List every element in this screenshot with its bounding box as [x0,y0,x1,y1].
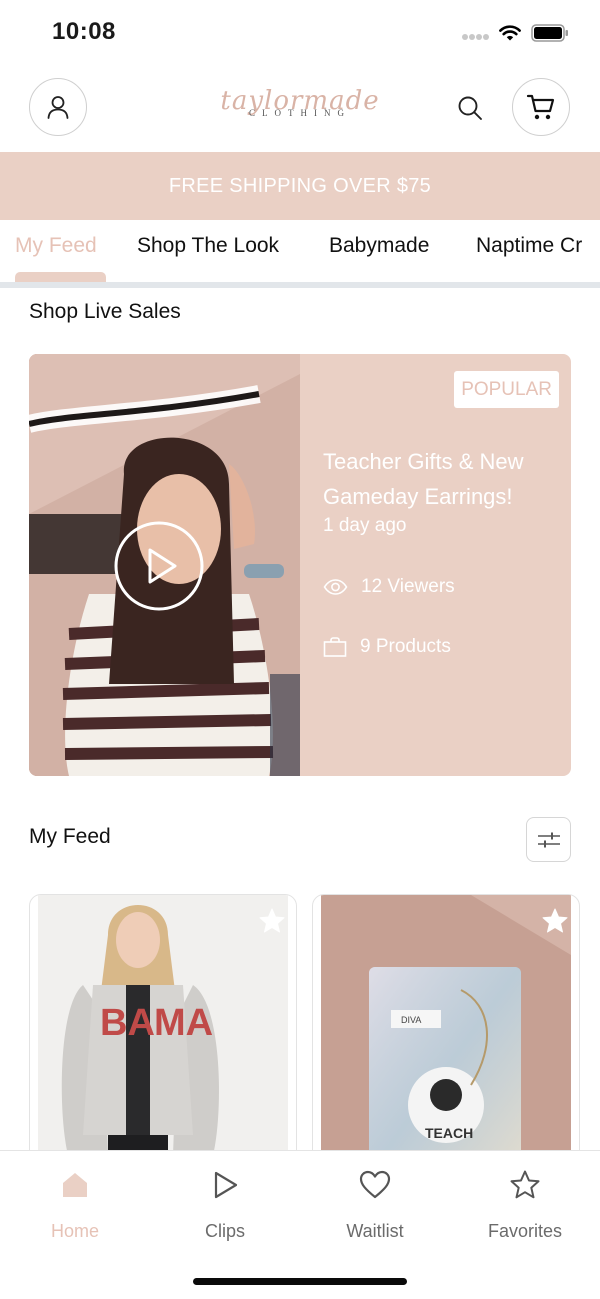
svg-text:DIVA: DIVA [401,1015,421,1025]
wifi-icon [499,25,521,41]
tab-babymade[interactable]: Babymade [329,234,429,258]
home-indicator [193,1278,407,1285]
brand-logo[interactable]: taylormade CLOTHING [200,88,400,128]
products-label: 9 Products [360,636,451,657]
tabbar-clips-label: Clips [204,1221,245,1241]
promo-banner-text: FREE SHIPPING OVER $75 [168,174,432,197]
viewers-count: 12 Viewers [323,576,455,598]
tab-shop-the-look[interactable]: Shop The Look [137,234,279,258]
star-icon [510,1170,540,1199]
product-card[interactable]: BA MA [29,894,297,1174]
eye-icon [323,579,348,595]
tabs-divider [0,282,600,288]
promo-banner[interactable]: FREE SHIPPING OVER $75 [0,152,600,220]
home-icon [63,1173,87,1197]
signal-icon [462,34,490,42]
active-tab-indicator [15,272,106,282]
product-card[interactable]: DIVA TEACH [312,894,580,1174]
svg-text:MA: MA [154,1002,213,1044]
products-count: 9 Products [323,636,451,658]
favorite-star-icon[interactable] [541,907,569,935]
filter-button[interactable] [526,817,571,862]
live-sale-thumbnail[interactable] [29,354,300,776]
product-image[interactable]: DIVA TEACH [321,895,571,1173]
tabbar-home[interactable]: Home [15,1167,135,1242]
heart-icon [359,1170,391,1199]
status-time: 10:08 [52,18,116,45]
product-photo-teach-ornament: DIVA TEACH [321,895,571,1173]
account-icon [47,96,69,119]
live-sale-info: POPULAR Teacher Gifts & New Gameday Earr… [300,354,571,776]
search-icon [458,96,482,120]
tabbar-clips[interactable]: Clips [165,1167,285,1242]
play-video-icon[interactable] [113,520,205,612]
bottom-tab-bar: Home Clips Waitlist Favorites [0,1150,600,1299]
status-bar: 10:08 [0,0,600,66]
live-sales-title: Shop Live Sales [29,300,181,323]
tabbar-waitlist-label: Waitlist [346,1221,404,1241]
search-button[interactable] [452,90,488,126]
viewers-label: 12 Viewers [361,576,455,597]
tab-my-feed[interactable]: My Feed [15,234,97,258]
tab-naptime[interactable]: Naptime Cr [476,234,582,258]
tabbar-favorites-label: Favorites [487,1221,563,1241]
account-button[interactable] [29,78,87,136]
live-sale-time: 1 day ago [323,515,407,536]
play-icon [214,1171,238,1199]
product-image[interactable]: BA MA [38,895,288,1173]
svg-text:BA: BA [100,1002,155,1044]
cart-icon [526,94,555,120]
app-header: taylormade CLOTHING [0,66,600,150]
popular-badge: POPULAR [454,371,559,408]
cart-button[interactable] [512,78,570,136]
live-sale-card[interactable]: POPULAR Teacher Gifts & New Gameday Earr… [29,354,571,776]
svg-text:TEACH: TEACH [425,1125,473,1141]
category-tabs: My Feed Shop The Look Babymade Naptime C… [0,220,600,282]
live-sale-title: Teacher Gifts & New Gameday Earrings! [323,449,524,509]
battery-icon [531,24,568,42]
favorite-star-icon[interactable] [258,907,286,935]
sliders-icon [537,832,560,847]
feed-title: My Feed [29,825,111,848]
tabbar-waitlist[interactable]: Waitlist [315,1167,435,1242]
tabbar-home-label: Home [50,1221,99,1241]
shopping-bag-icon [323,637,347,657]
tabbar-favorites[interactable]: Favorites [465,1167,585,1242]
product-photo-cardigan: BA MA [38,895,288,1173]
